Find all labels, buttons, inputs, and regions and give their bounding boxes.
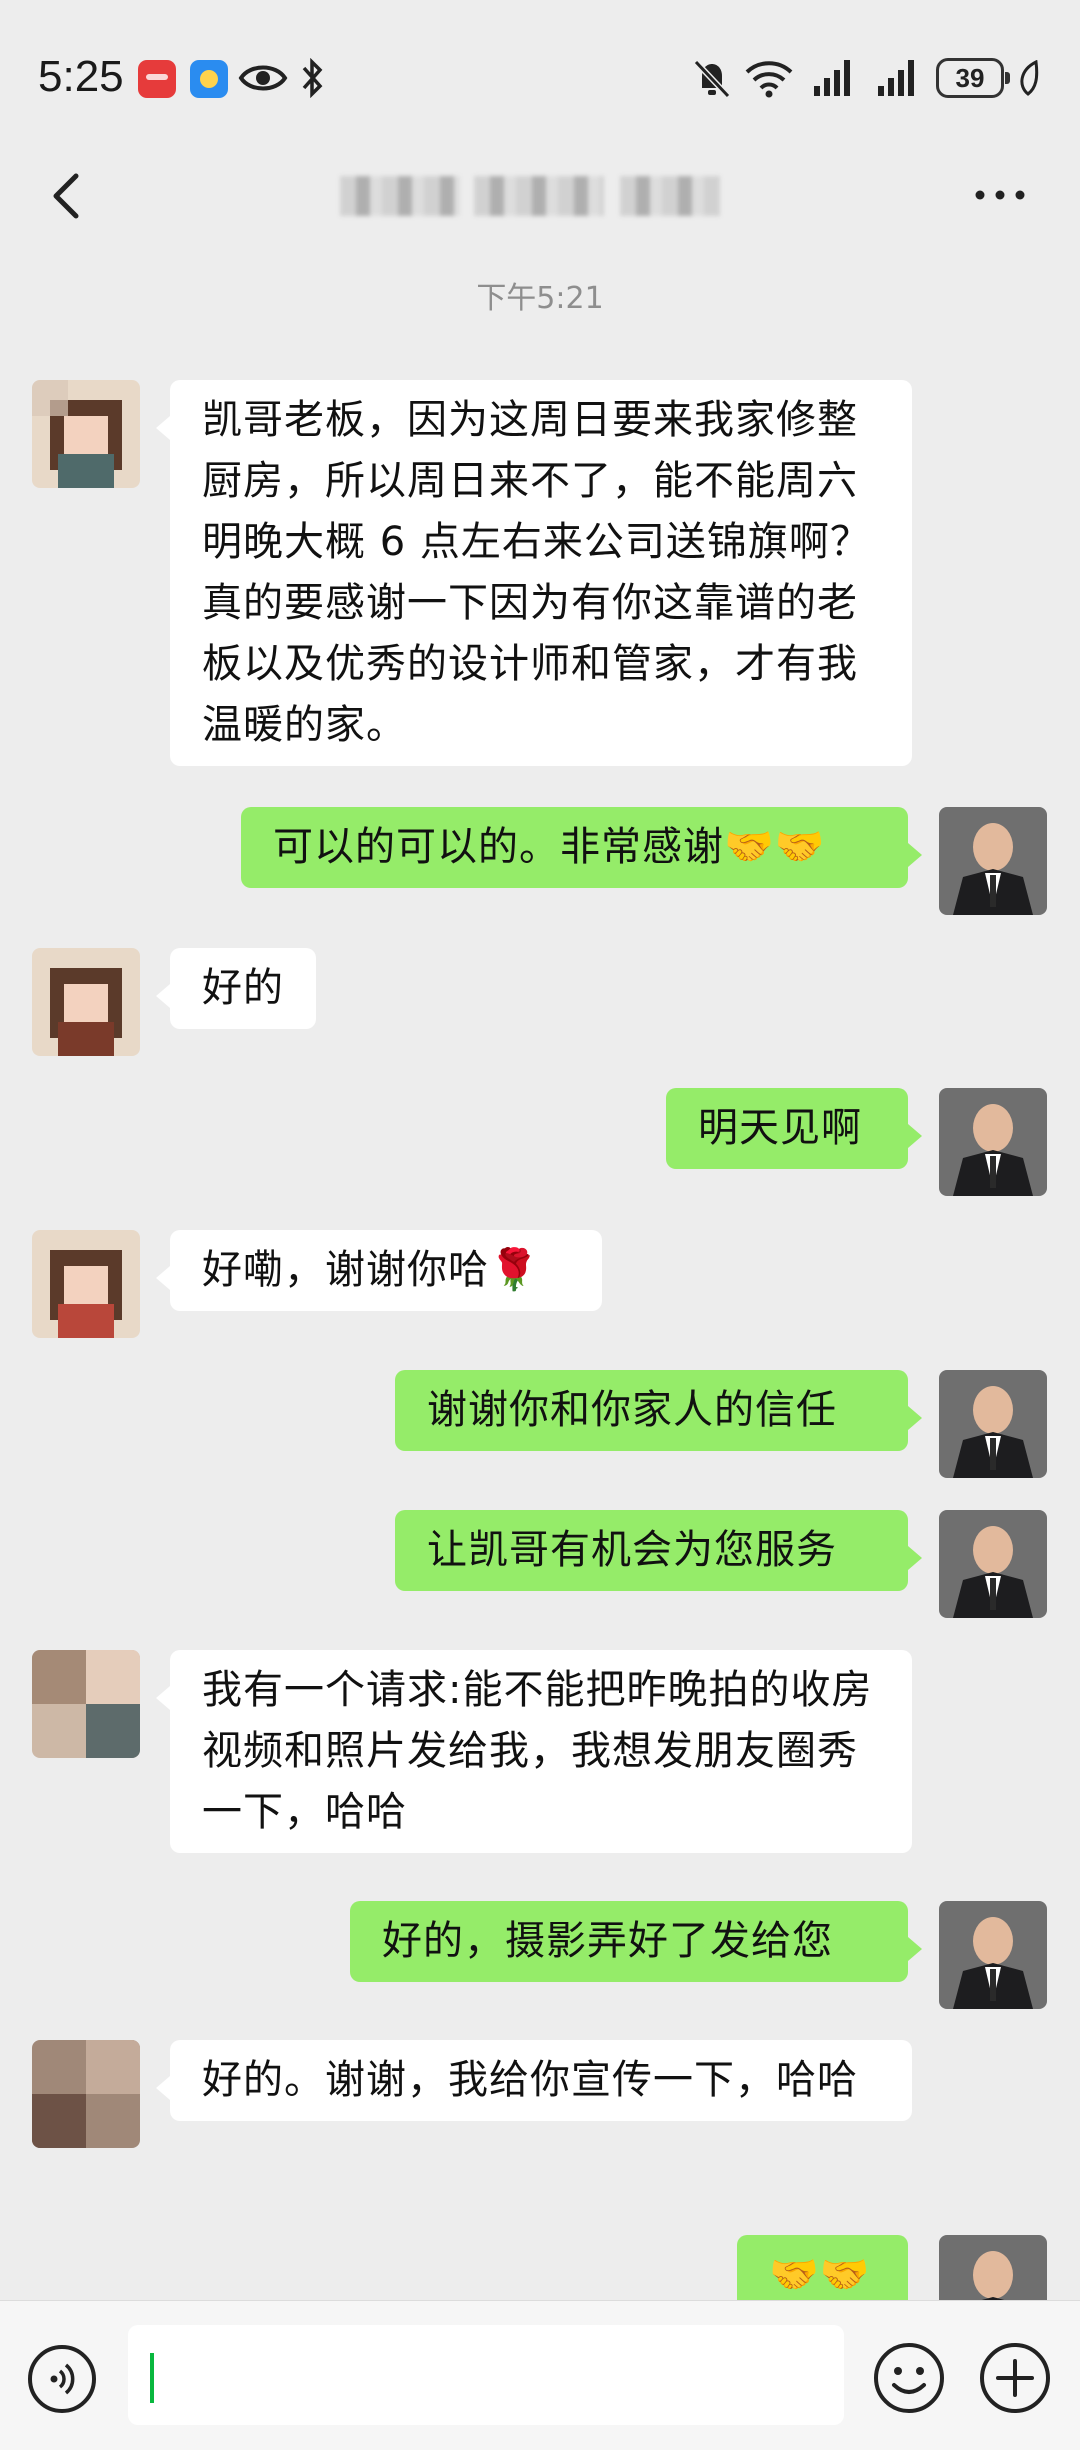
message-text: 谢谢你和你家人的信任 bbox=[427, 1387, 837, 1433]
message-input[interactable] bbox=[128, 2325, 844, 2425]
user-avatar[interactable] bbox=[939, 1510, 1047, 1618]
contact-avatar[interactable] bbox=[32, 948, 140, 1056]
message-timestamp: 下午5:21 bbox=[476, 281, 604, 316]
message-text: 好的。谢谢，我给你宣传一下，哈哈 bbox=[202, 2057, 858, 2103]
chevron-left-icon[interactable] bbox=[40, 168, 96, 224]
signal-icon bbox=[814, 60, 850, 96]
mute-icon bbox=[693, 59, 731, 99]
message-bubble-outgoing[interactable]: 🤝🤝 bbox=[737, 2235, 908, 2300]
eye-icon bbox=[238, 65, 288, 91]
signal-icon bbox=[878, 60, 914, 96]
input-bar bbox=[0, 2300, 1080, 2450]
contact-name-redacted bbox=[340, 176, 460, 216]
contact-name-redacted bbox=[474, 176, 604, 216]
message-bubble-outgoing[interactable]: 可以的可以的。非常感谢🤝🤝 bbox=[241, 807, 922, 888]
voice-icon[interactable] bbox=[28, 2345, 96, 2413]
chat-header bbox=[0, 150, 1080, 242]
contact-avatar[interactable] bbox=[32, 2040, 140, 2148]
message-text: 好的 bbox=[202, 965, 284, 1011]
message-bubble-incoming[interactable]: 好嘞，谢谢你哈🌹 bbox=[156, 1230, 602, 1311]
message-text: 可以的可以的。非常感谢🤝🤝 bbox=[273, 824, 826, 870]
message-text: 好嘞，谢谢你哈🌹 bbox=[202, 1247, 540, 1293]
contact-avatar[interactable] bbox=[32, 1650, 140, 1758]
contact-avatar[interactable] bbox=[32, 1230, 140, 1338]
user-avatar[interactable] bbox=[939, 2235, 1047, 2300]
wifi-icon bbox=[745, 61, 793, 98]
message-text: 🤝🤝 bbox=[769, 2252, 871, 2298]
user-avatar[interactable] bbox=[939, 1901, 1047, 2009]
leaf-icon bbox=[1020, 60, 1039, 96]
text-caret bbox=[150, 2353, 154, 2403]
message-bubble-outgoing[interactable]: 明天见啊 bbox=[666, 1088, 922, 1169]
contact-name-redacted bbox=[620, 176, 720, 216]
message-bubble-outgoing[interactable]: 谢谢你和你家人的信任 bbox=[395, 1370, 922, 1451]
message-bubble-incoming[interactable]: 我有一个请求:能不能把昨晚拍的收房视频和照片发给我，我想发朋友圈秀一下，哈哈 bbox=[156, 1650, 912, 1853]
message-text: 明天见啊 bbox=[698, 1105, 862, 1151]
status-bar: 5:25 39 bbox=[0, 0, 1080, 150]
message-bubble-incoming[interactable]: 凯哥老板，因为这周日要来我家修整厨房，所以周日来不了，能不能周六明晚大概 6 点… bbox=[156, 380, 912, 766]
weather-icon bbox=[190, 60, 228, 98]
message-text: 我有一个请求:能不能把昨晚拍的收房视频和照片发给我，我想发朋友圈秀一下，哈哈 bbox=[202, 1667, 873, 1835]
user-avatar[interactable] bbox=[939, 807, 1047, 915]
app-store-icon bbox=[138, 60, 176, 98]
contact-avatar[interactable] bbox=[32, 380, 140, 488]
more-dots-icon[interactable] bbox=[970, 180, 1030, 210]
message-bubble-incoming[interactable]: 好的。谢谢，我给你宣传一下，哈哈 bbox=[156, 2040, 912, 2121]
status-time: 5:25 bbox=[38, 52, 124, 101]
battery-icon: 39 bbox=[936, 58, 1010, 98]
smiley-icon[interactable] bbox=[872, 2341, 946, 2415]
user-avatar[interactable] bbox=[939, 1370, 1047, 1478]
message-text: 凯哥老板，因为这周日要来我家修整厨房，所以周日来不了，能不能周六明晚大概 6 点… bbox=[202, 397, 871, 748]
user-avatar[interactable] bbox=[939, 1088, 1047, 1196]
message-text: 让凯哥有机会为您服务 bbox=[427, 1527, 837, 1573]
message-bubble-incoming[interactable]: 好的 bbox=[156, 948, 316, 1029]
plus-icon[interactable] bbox=[978, 2341, 1052, 2415]
bluetooth-icon bbox=[302, 58, 323, 98]
message-bubble-outgoing[interactable]: 让凯哥有机会为您服务 bbox=[395, 1510, 922, 1591]
message-bubble-outgoing[interactable]: 好的，摄影弄好了发给您 bbox=[350, 1901, 922, 1982]
message-text: 好的，摄影弄好了发给您 bbox=[382, 1918, 833, 1964]
